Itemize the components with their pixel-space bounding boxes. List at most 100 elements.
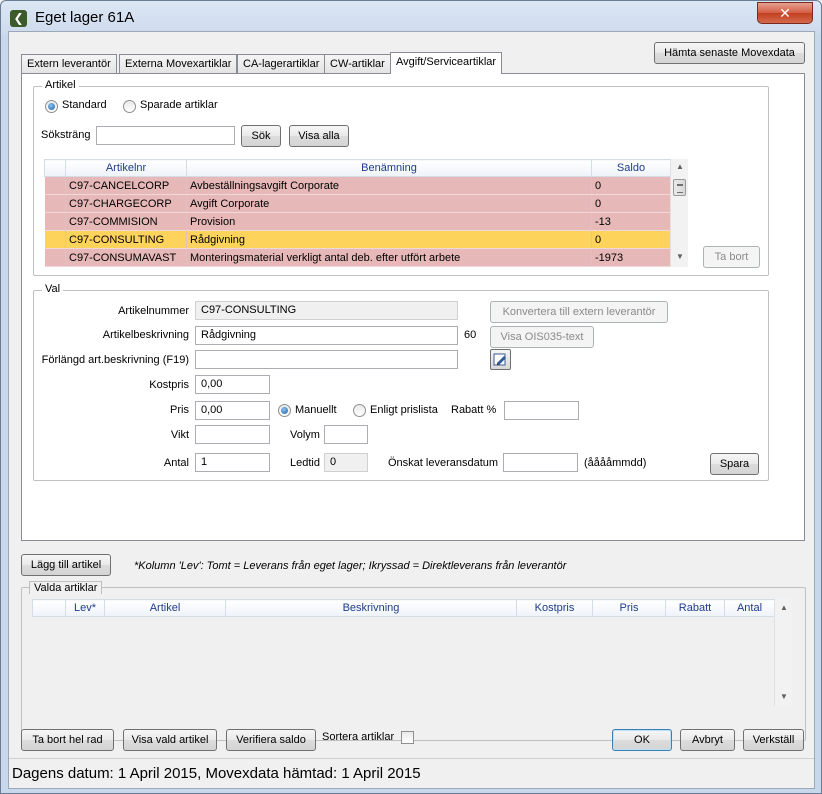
sel-header-beskrivning[interactable]: Beskrivning xyxy=(225,599,517,617)
grid-header-saldo[interactable]: Saldo xyxy=(591,159,671,177)
tab-cw-artiklar[interactable]: CW-artiklar xyxy=(324,54,391,73)
date-format-hint: (ååååmmdd) xyxy=(584,457,647,469)
volym-field[interactable] xyxy=(324,425,368,444)
beskrivning-maxlen: 60 xyxy=(464,329,477,341)
cell-saldo: 0 xyxy=(591,194,671,213)
cell-artikelnr: C97-CONSUMAVAST xyxy=(65,248,187,267)
sel-header-artikel[interactable]: Artikel xyxy=(104,599,226,617)
radio-prislista[interactable] xyxy=(353,404,366,417)
delete-row-button[interactable]: Ta bort hel rad xyxy=(21,729,114,751)
cell-benamning: Avgift Corporate xyxy=(186,194,592,213)
ledtid-label: Ledtid xyxy=(290,457,320,469)
sel-header-antal[interactable]: Antal xyxy=(724,599,775,617)
tab-panel: Artikel Standard Sparade artiklar Sökstr… xyxy=(21,73,805,541)
show-ois-text-button[interactable]: Visa OIS035-text xyxy=(490,326,594,348)
sel-header-pris[interactable]: Pris xyxy=(592,599,666,617)
show-selected-article-button[interactable]: Visa vald artikel xyxy=(123,729,217,751)
artikelnummer-field: C97-CONSULTING xyxy=(195,301,458,320)
scroll-down-icon[interactable]: ▼ xyxy=(776,691,792,703)
vikt-field[interactable] xyxy=(195,425,270,444)
kostpris-label: Kostpris xyxy=(149,379,189,391)
pris-field[interactable]: 0,00 xyxy=(195,401,270,420)
cell-artikelnr: C97-CHARGECORP xyxy=(65,194,187,213)
cell-artikelnr: C97-COMMISION xyxy=(65,212,187,231)
grid-header-benamning[interactable]: Benämning xyxy=(186,159,592,177)
artikel-legend: Artikel xyxy=(42,79,79,91)
radio-standard-label: Standard xyxy=(62,99,107,111)
table-row[interactable]: C97-CHARGECORP Avgift Corporate 0 xyxy=(44,194,671,213)
antal-field[interactable]: 1 xyxy=(195,453,270,472)
cell-saldo: -1973 xyxy=(591,248,671,267)
beskrivning-label: Artikelbeskrivning xyxy=(102,329,189,341)
artikel-group: Artikel Standard Sparade artiklar Sökstr… xyxy=(33,79,769,276)
back-arrow-icon[interactable]: ❮ xyxy=(10,10,27,27)
antal-label: Antal xyxy=(163,457,189,469)
tab-ca-lagerartiklar[interactable]: CA-lagerartiklar xyxy=(237,54,326,73)
selected-articles-legend: Valda artiklar xyxy=(29,581,103,594)
row-stub xyxy=(44,194,66,213)
fetch-movexdata-button[interactable]: Hämta senaste Movexdata xyxy=(654,42,805,64)
scroll-up-icon[interactable]: ▲ xyxy=(672,161,688,173)
sel-header-kostpris[interactable]: Kostpris xyxy=(516,599,593,617)
article-grid-scrollbar[interactable]: ▲ ▼ xyxy=(670,159,688,267)
table-row[interactable]: C97-CONSUMAVAST Monteringsmaterial verkl… xyxy=(44,248,671,267)
edit-text-icon[interactable] xyxy=(490,349,511,370)
leveransdatum-field[interactable] xyxy=(503,453,578,472)
val-legend: Val xyxy=(42,283,64,295)
ok-button[interactable]: OK xyxy=(612,729,672,751)
execute-button[interactable]: Verkställ xyxy=(743,729,804,751)
radio-manuellt[interactable] xyxy=(278,404,291,417)
convert-button[interactable]: Konvertera till extern leverantör xyxy=(490,301,668,323)
grid-header-stub xyxy=(44,159,66,177)
forlangd-label: Förlängd art.beskrivning (F19) xyxy=(41,354,189,366)
window-title: Eget lager 61A xyxy=(35,9,135,26)
kostpris-field[interactable]: 0,00 xyxy=(195,375,270,394)
beskrivning-field[interactable]: Rådgivning xyxy=(195,326,458,345)
main-window: ❮ Eget lager 61A ✕ Hämta senaste Movexda… xyxy=(0,0,822,794)
cancel-button[interactable]: Avbryt xyxy=(680,729,735,751)
verify-balance-button[interactable]: Verifiera saldo xyxy=(226,729,316,751)
sel-header-rabatt[interactable]: Rabatt xyxy=(665,599,725,617)
cell-saldo: 0 xyxy=(591,176,671,195)
cell-benamning: Provision xyxy=(186,212,592,231)
tab-externa-movexartiklar[interactable]: Externa Movexartiklar xyxy=(119,54,238,73)
table-row[interactable]: C97-COMMISION Provision -13 xyxy=(44,212,671,231)
search-button[interactable]: Sök xyxy=(241,125,281,147)
scroll-down-icon[interactable]: ▼ xyxy=(672,251,688,263)
cell-saldo: 0 xyxy=(591,230,671,249)
cell-saldo: -13 xyxy=(591,212,671,231)
lev-column-note: *Kolumn 'Lev': Tomt = Leverans från eget… xyxy=(134,560,567,572)
cell-artikelnr: C97-CANCELCORP xyxy=(65,176,187,195)
scroll-up-icon[interactable]: ▲ xyxy=(776,602,792,614)
row-stub xyxy=(44,212,66,231)
tab-avgift-serviceartiklar[interactable]: Avgift/Serviceartiklar xyxy=(390,52,503,74)
selected-grid-scrollbar[interactable]: ▲ ▼ xyxy=(774,599,792,706)
add-article-button[interactable]: Lägg till artikel xyxy=(21,554,111,576)
sel-header-stub xyxy=(32,599,66,617)
client-area: Hämta senaste Movexdata Extern leverantö… xyxy=(8,31,815,789)
radio-prislista-label: Enligt prislista xyxy=(370,404,438,416)
status-bar: Dagens datum: 1 April 2015, Movexdata hä… xyxy=(9,758,814,788)
sort-articles-checkbox[interactable] xyxy=(401,731,414,744)
table-row-selected[interactable]: C97-CONSULTING Rådgivning 0 xyxy=(44,230,671,249)
cell-benamning: Monteringsmaterial verkligt antal deb. e… xyxy=(186,248,592,267)
leveransdatum-label: Önskat leveransdatum xyxy=(388,457,499,469)
search-input[interactable] xyxy=(96,126,235,145)
pris-label: Pris xyxy=(170,404,189,416)
save-button[interactable]: Spara xyxy=(710,453,759,475)
scroll-thumb[interactable] xyxy=(673,179,686,196)
rabatt-field[interactable] xyxy=(504,401,579,420)
show-all-button[interactable]: Visa alla xyxy=(289,125,349,147)
radio-standard[interactable] xyxy=(45,100,58,113)
table-row[interactable]: C97-CANCELCORP Avbeställningsavgift Corp… xyxy=(44,176,671,195)
grid-header-artikelnr[interactable]: Artikelnr xyxy=(65,159,187,177)
delete-article-button[interactable]: Ta bort xyxy=(703,246,760,268)
close-button[interactable]: ✕ xyxy=(757,2,813,24)
radio-saved-articles[interactable] xyxy=(123,100,136,113)
row-stub xyxy=(44,176,66,195)
sel-header-lev[interactable]: Lev* xyxy=(65,599,105,617)
forlangd-field[interactable] xyxy=(195,350,458,369)
rabatt-label: Rabatt % xyxy=(451,404,497,416)
radio-saved-label: Sparade artiklar xyxy=(140,99,218,111)
tab-extern-leverantor[interactable]: Extern leverantör xyxy=(21,54,117,73)
